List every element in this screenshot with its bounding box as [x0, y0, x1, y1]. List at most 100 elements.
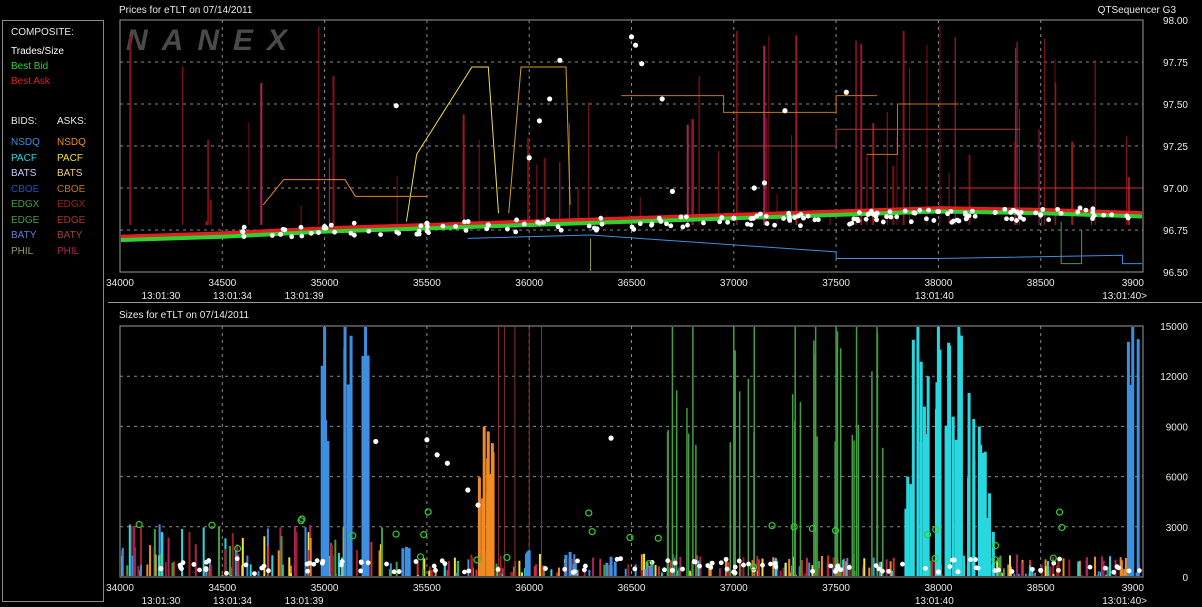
trade-point [847, 221, 852, 227]
trade-point [911, 210, 917, 216]
y-tick-label: 97.50 [1163, 100, 1188, 111]
trade-point [748, 216, 754, 222]
trade-point [444, 460, 450, 466]
trade-point [656, 215, 662, 221]
time-label: 13:01:34 [213, 291, 252, 302]
size-bar-pacf [911, 339, 915, 576]
size-bar-nsdq [644, 569, 648, 576]
size-bar-edgx [671, 327, 674, 576]
trade-point [1087, 564, 1093, 570]
trade-point [366, 228, 372, 234]
size-bar-nsdq [324, 420, 328, 576]
trade-point [1030, 566, 1035, 572]
trade-point [723, 556, 729, 562]
size-bar-edgx [853, 440, 855, 576]
time-label: 13:01:34 [213, 596, 252, 607]
trade-point [668, 223, 674, 229]
trade-point [1125, 215, 1131, 221]
trade-point [828, 563, 834, 569]
trade-point [241, 234, 247, 240]
size-bar-edgx [857, 424, 860, 576]
trade-point [384, 561, 389, 567]
trade-point [661, 567, 667, 573]
trade-point [719, 215, 725, 220]
trade-point [261, 563, 267, 569]
size-bar-edgx [871, 371, 873, 576]
trade-point [541, 220, 546, 225]
x-tick-label: 3900 [1122, 583, 1145, 594]
size-bar-pacf [944, 425, 948, 576]
size-bar-edgx [839, 348, 842, 576]
size-bar-edgx [834, 441, 836, 576]
trade-point [373, 438, 379, 445]
trade-point [299, 233, 305, 239]
trade-point [949, 219, 955, 225]
trade-point [947, 564, 953, 569]
trade-point [868, 208, 874, 214]
time-label: 13:01:39 [285, 291, 324, 302]
trade-point [973, 557, 978, 562]
trade-point [701, 220, 706, 226]
trade-point [311, 561, 317, 567]
size-bar-edgx [753, 432, 755, 576]
trade-point [1075, 209, 1081, 215]
trade-point [992, 568, 998, 574]
trade-point [594, 226, 600, 232]
trade-point [418, 223, 424, 229]
trade-point [1004, 216, 1009, 222]
size-bar-nsdq [1136, 339, 1140, 576]
y-tick-label: 97.25 [1163, 142, 1188, 153]
trade-point [732, 570, 738, 576]
trade-point [598, 215, 604, 221]
size-bar-pacf [938, 349, 942, 576]
trade-point [1040, 207, 1046, 212]
trade-point [835, 563, 841, 569]
size-bar-pacf [979, 444, 983, 576]
trade-point [1055, 206, 1061, 212]
size-bar-edgx [799, 402, 802, 576]
trade-point [526, 155, 532, 161]
size-bar-pacf [916, 327, 920, 576]
size-bar-pacf [909, 484, 913, 576]
trade-point [782, 108, 788, 114]
trade-point [968, 557, 973, 563]
trade-point [649, 221, 655, 227]
size-bar-pacf [972, 419, 976, 576]
trade-point [206, 558, 212, 563]
trade-point [465, 219, 471, 224]
size-bar-nsdq [349, 335, 353, 576]
trade-point [1009, 569, 1015, 574]
trade-point [659, 96, 665, 102]
trade-point [801, 215, 806, 221]
size-bar-nsdq [346, 384, 350, 576]
trade-point [243, 562, 249, 568]
trade-point [798, 223, 803, 229]
trade-point [282, 227, 288, 233]
y-tick-label: 98.00 [1163, 16, 1188, 27]
trade-point [1002, 206, 1008, 212]
trade-point [935, 569, 942, 575]
trade-point [308, 230, 314, 236]
trade-point [950, 557, 955, 563]
trade-point [241, 224, 247, 230]
size-bar-pacf [924, 434, 928, 576]
trade-point [426, 230, 431, 236]
trade-point [391, 569, 397, 575]
trade-point [1102, 565, 1108, 571]
trade-point [413, 559, 419, 564]
trade-point [1008, 210, 1014, 215]
trade-point [805, 213, 811, 219]
trade-point [505, 226, 510, 232]
trade-point [772, 222, 777, 228]
x-tick-label: 37500 [822, 278, 850, 289]
time-label: 13:01:40 [915, 596, 954, 607]
trade-point [992, 210, 998, 215]
trade-point [669, 188, 676, 194]
trade-point [900, 561, 905, 567]
size-bar-edgx [814, 354, 817, 576]
trade-point [1126, 568, 1132, 574]
trade-point [685, 222, 690, 228]
size-bar-edgx [734, 350, 736, 576]
trade-point [547, 96, 553, 102]
trade-point [314, 558, 320, 564]
